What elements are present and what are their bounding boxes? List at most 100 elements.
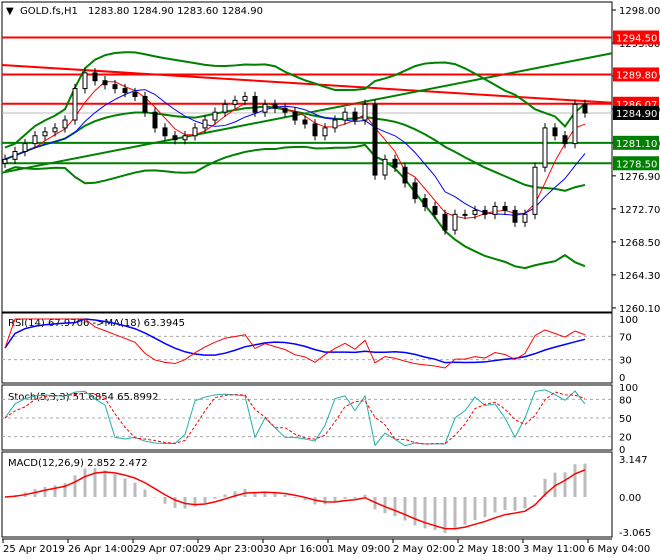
candle-body	[442, 213, 448, 231]
candle-body	[52, 127, 58, 133]
stoch-tick-label: 20	[619, 433, 632, 444]
candle-body	[202, 119, 208, 129]
time-label: 1 May 09:00	[328, 544, 390, 555]
candle-body	[232, 99, 238, 105]
candle-body	[212, 111, 218, 121]
candle-body	[372, 103, 378, 176]
candle-body	[532, 166, 538, 215]
candle-body	[182, 135, 188, 141]
candle-body	[322, 127, 328, 137]
candle-body	[32, 135, 38, 145]
candle-body	[172, 135, 178, 141]
price-tick-label: 1260.10	[619, 304, 660, 315]
rsi-tick-label: 100	[619, 315, 638, 326]
candle-body	[412, 182, 418, 200]
candle-body	[112, 84, 118, 90]
candle-body	[582, 103, 588, 114]
candle-body	[42, 131, 48, 137]
level-label: 1294.50	[616, 34, 657, 45]
level-label: 1289.80	[616, 70, 657, 81]
chart-svg: ▼ GOLD.fs,H1 1283.80 1284.90 1283.60 128…	[1, 1, 660, 555]
candle-body	[562, 135, 568, 145]
candle-body	[402, 166, 408, 184]
price-tick-label: 1264.30	[619, 271, 660, 282]
collapse-triangle-icon[interactable]: ▼	[6, 6, 14, 17]
candle-body	[12, 150, 18, 160]
candle-body	[522, 213, 528, 223]
candle-body	[2, 158, 8, 164]
candle-body	[292, 111, 298, 121]
candle-body	[192, 127, 198, 137]
candle-body	[452, 213, 458, 231]
candle-body	[152, 111, 158, 129]
candle-body	[462, 213, 468, 216]
candle-body	[132, 92, 138, 97]
time-label: 6 May 04:00	[588, 544, 650, 555]
candle-body	[162, 127, 168, 137]
time-label: 29 Apr 23:00	[198, 544, 263, 555]
macd-tick-label: 0.00	[619, 493, 641, 504]
candle-body	[392, 158, 398, 168]
candle-body	[252, 95, 258, 113]
rsi-tick-label: 70	[619, 332, 632, 343]
candle-body	[422, 198, 428, 207]
candle-body	[502, 206, 508, 211]
candle-body	[482, 209, 488, 215]
candle-body	[302, 119, 308, 125]
candle-body	[312, 123, 318, 137]
macd-tick-label: 3.147	[619, 455, 648, 466]
time-label: 2 May 02:00	[393, 544, 455, 555]
candle-body	[272, 103, 278, 109]
candle-body	[222, 103, 228, 113]
candle-body	[472, 209, 478, 215]
candle-body	[572, 103, 578, 145]
ma-fast-line	[4, 81, 586, 219]
candle-body	[242, 95, 248, 101]
level-label: 1281.10	[616, 139, 657, 150]
time-label: 30 Apr 16:00	[263, 544, 328, 555]
candle-body	[342, 111, 348, 121]
time-label: 3 May 11:00	[523, 544, 585, 555]
candle-body	[122, 88, 128, 94]
candle-body	[142, 95, 148, 113]
candle-body	[62, 119, 68, 129]
price-tick-label: 1268.50	[619, 238, 660, 249]
time-label: 25 Apr 2019	[3, 544, 65, 555]
time-label: 26 Apr 14:00	[68, 544, 133, 555]
current-price-label: 1284.90	[616, 109, 657, 120]
time-label: 29 Apr 07:00	[133, 544, 198, 555]
stoch-tick-label: 100	[619, 383, 638, 394]
candle-body	[102, 80, 108, 86]
candle-body	[282, 107, 288, 113]
level-label: 1278.50	[616, 159, 657, 170]
candle-body	[22, 143, 28, 152]
price-tick-label: 1298.00	[619, 6, 660, 17]
macd-signal-line	[4, 469, 586, 530]
chart-window: ▼ GOLD.fs,H1 1283.80 1284.90 1283.60 128…	[0, 0, 660, 560]
price-tick-label: 1276.90	[619, 172, 660, 183]
candle-body	[72, 88, 78, 121]
macd-tick-label: -3.065	[619, 528, 651, 539]
macd-label: MACD(12,26,9) 2.852 2.472	[8, 458, 148, 469]
stoch-tick-label: 50	[619, 414, 632, 425]
candle-body	[262, 103, 268, 113]
panel-frame-0	[1, 1, 613, 313]
candle-body	[512, 209, 518, 223]
stoch-tick-label: 80	[619, 395, 632, 406]
candle-body	[382, 158, 388, 176]
ohlc-readout: 1283.80 1284.90 1283.60 1284.90	[88, 6, 263, 17]
symbol-label: GOLD.fs,H1	[20, 6, 78, 17]
candle-body	[432, 206, 438, 215]
candle-body	[332, 119, 338, 129]
candle-body	[352, 111, 358, 121]
candle-body	[92, 72, 98, 82]
candle-body	[552, 127, 558, 137]
bollinger-upper-line	[4, 51, 586, 149]
candle-body	[542, 127, 548, 168]
rsi-tick-label: 30	[619, 356, 632, 367]
candle-body	[362, 103, 368, 121]
price-tick-label: 1272.70	[619, 205, 660, 216]
candle-body	[492, 206, 498, 215]
time-label: 2 May 18:00	[458, 544, 520, 555]
candle-body	[82, 72, 88, 90]
